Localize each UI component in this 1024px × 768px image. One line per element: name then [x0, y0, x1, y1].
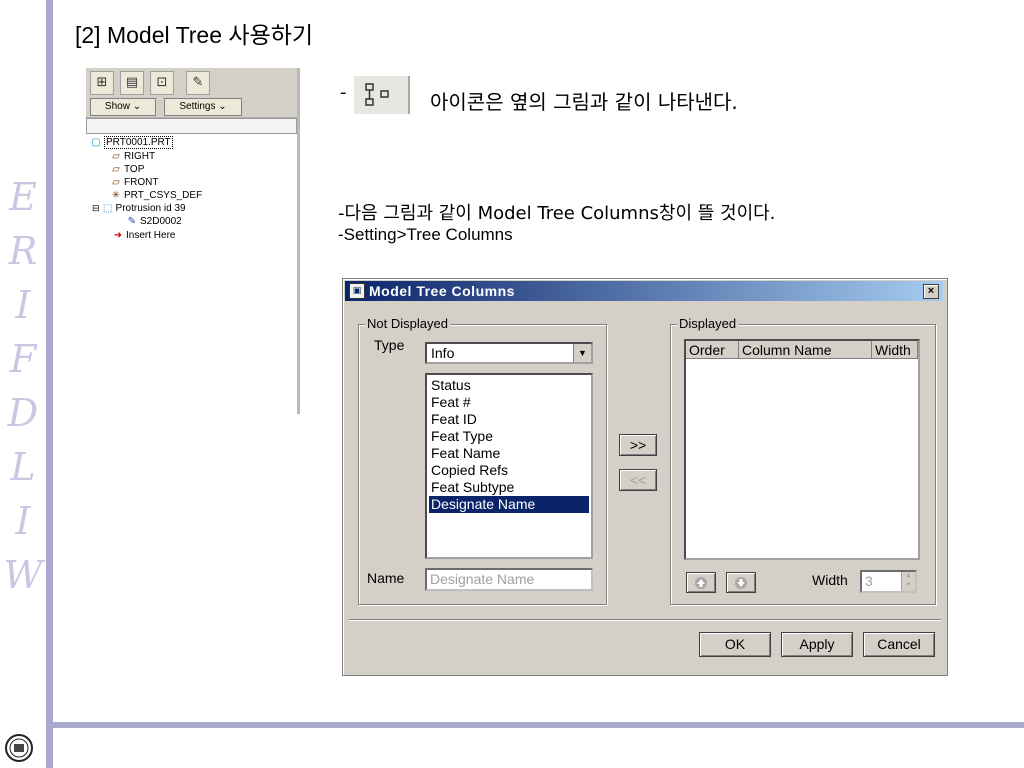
datum-plane-icon: ▱ — [112, 164, 120, 175]
vertical-brand-text: E R I F D L I W — [0, 170, 46, 602]
list-item[interactable]: Feat # — [429, 394, 589, 411]
arrow-up-icon — [695, 577, 707, 589]
csys-icon: ✳ — [111, 190, 121, 201]
column-header-width[interactable]: Width — [872, 341, 918, 359]
width-label: Width — [812, 572, 848, 588]
university-seal-logo — [5, 734, 33, 762]
list-item-selected[interactable]: Designate Name — [428, 495, 590, 514]
close-button[interactable]: × — [923, 284, 939, 299]
width-value: 3 — [865, 573, 873, 589]
layers-icon[interactable]: ▤ — [120, 71, 144, 95]
tree-icon[interactable]: ⊞ — [90, 71, 114, 95]
tree-item[interactable]: ▢ PRT0001.PRT — [88, 136, 173, 149]
divider — [349, 619, 941, 621]
part-icon: ▢ — [91, 137, 101, 148]
brand-letter: I — [15, 499, 31, 543]
datum-plane-icon: ▱ — [112, 151, 120, 162]
tree-item[interactable]: ✎ S2D0002 — [124, 215, 182, 228]
list-item[interactable]: Feat ID — [429, 411, 589, 428]
move-down-button[interactable] — [726, 572, 756, 593]
ok-button[interactable]: OK — [699, 632, 771, 657]
tree-item-label: PRT_CSYS_DEF — [124, 190, 203, 201]
brand-letter: F — [9, 337, 37, 381]
available-columns-list[interactable]: Status Feat # Feat ID Feat Type Feat Nam… — [425, 373, 593, 559]
list-item[interactable]: Copied Refs — [429, 462, 589, 479]
tree-item[interactable]: ⊟ ⬚ Protrusion id 39 — [92, 202, 186, 215]
slide-title: [2] Model Tree 사용하기 — [75, 22, 314, 48]
model-tree-columns-dialog: ▣ Model Tree Columns × Not Displayed Typ… — [342, 278, 948, 676]
brand-letter: D — [7, 391, 39, 435]
add-column-button[interactable]: >> — [619, 434, 657, 456]
expand-toggle-icon[interactable]: ⊟ — [92, 203, 100, 213]
remove-column-button[interactable]: << — [619, 469, 657, 491]
model-tree-panel: ⊞ ▤ ⊡ ✎ Show ⌄ Settings ⌄ ▢ PRT0001.PRT ▱… — [86, 68, 300, 414]
tree-item-label: RIGHT — [124, 151, 156, 162]
tree-item-label: PRT0001.PRT — [104, 136, 173, 149]
type-value: Info — [431, 345, 455, 361]
insert-arrow-icon: ➜ — [113, 230, 123, 241]
cancel-button[interactable]: Cancel — [863, 632, 935, 657]
move-up-button[interactable] — [686, 572, 716, 593]
window-icon: ▣ — [349, 283, 365, 299]
tree-item-label: Protrusion id 39 — [115, 203, 186, 214]
bottom-accent-rule — [53, 722, 1024, 728]
menu-path-line: -Setting>Tree Columns — [338, 225, 513, 244]
displayed-columns-table[interactable]: Order Column Name Width — [684, 339, 920, 560]
tree-item[interactable]: ▱ TOP — [108, 163, 144, 176]
bullet-dash: - — [340, 82, 347, 103]
chevron-down-icon[interactable]: ▼ — [573, 344, 591, 362]
spinner-arrows-icon[interactable]: ▲ ▼ — [901, 572, 915, 591]
brand-letter: W — [3, 553, 43, 597]
show-menu-button[interactable]: Show ⌄ — [90, 98, 156, 116]
brand-letter: I — [15, 283, 31, 327]
left-accent-rule — [46, 0, 53, 768]
datum-plane-icon: ▱ — [112, 177, 120, 188]
tree-item-label: TOP — [124, 164, 145, 175]
tree-item[interactable]: ➜ Insert Here — [110, 229, 176, 242]
brand-letter: L — [10, 445, 36, 489]
group-label: Not Displayed — [365, 316, 450, 331]
column-header-order[interactable]: Order — [686, 341, 739, 359]
list-item[interactable]: Feat Name — [429, 445, 589, 462]
model-tree-icon-sample — [354, 76, 410, 114]
name-label: Name — [367, 570, 405, 586]
dialog-title: Model Tree Columns — [369, 283, 515, 299]
filter-icon[interactable]: ✎ — [186, 71, 210, 95]
apply-button[interactable]: Apply — [781, 632, 853, 657]
settings-icon[interactable]: ⊡ — [150, 71, 174, 95]
tree-item-label: FRONT — [124, 177, 159, 188]
group-label: Displayed — [677, 316, 739, 331]
brand-letter: R — [8, 229, 38, 273]
tree-icon — [365, 83, 389, 106]
displayed-group: Displayed Order Column Name Width Width … — [670, 316, 936, 605]
protrusion-icon: ⬚ — [102, 203, 113, 214]
settings-menu-button[interactable]: Settings ⌄ — [164, 98, 242, 116]
list-item[interactable]: Feat Subtype — [429, 479, 589, 496]
tree-item-label: Insert Here — [126, 230, 176, 241]
width-spinner[interactable]: 3 ▲ ▼ — [860, 570, 917, 593]
instruction-line: -다음 그림과 같이 Model Tree Columns창이 뜰 것이다. — [338, 203, 776, 224]
arrow-down-icon — [735, 577, 747, 589]
list-item[interactable]: Status — [429, 377, 589, 394]
model-tree-header — [86, 118, 297, 134]
tree-item[interactable]: ▱ RIGHT — [108, 150, 155, 163]
type-select[interactable]: Info ▼ — [425, 342, 593, 364]
list-item[interactable]: Feat Type — [429, 428, 589, 445]
icon-note-text: 아이콘은 옆의 그림과 같이 나타낸다. — [430, 90, 738, 114]
column-header-name[interactable]: Column Name — [739, 341, 872, 359]
type-label: Type — [374, 337, 405, 353]
table-header: Order Column Name Width — [686, 341, 918, 359]
brand-letter: E — [9, 175, 37, 219]
model-tree-toolbar: ⊞ ▤ ⊡ ✎ — [86, 68, 297, 97]
sketch-icon: ✎ — [127, 216, 137, 227]
tree-item[interactable]: ✳ PRT_CSYS_DEF — [108, 189, 202, 202]
dialog-title-bar[interactable]: ▣ Model Tree Columns × — [345, 281, 943, 301]
tree-item-label: S2D0002 — [140, 216, 182, 227]
model-tree-menubar: Show ⌄ Settings ⌄ — [86, 97, 297, 118]
not-displayed-group: Not Displayed Type Info ▼ Status Feat # … — [358, 316, 607, 605]
tree-item[interactable]: ▱ FRONT — [108, 176, 158, 189]
name-field[interactable]: Designate Name — [425, 568, 593, 591]
